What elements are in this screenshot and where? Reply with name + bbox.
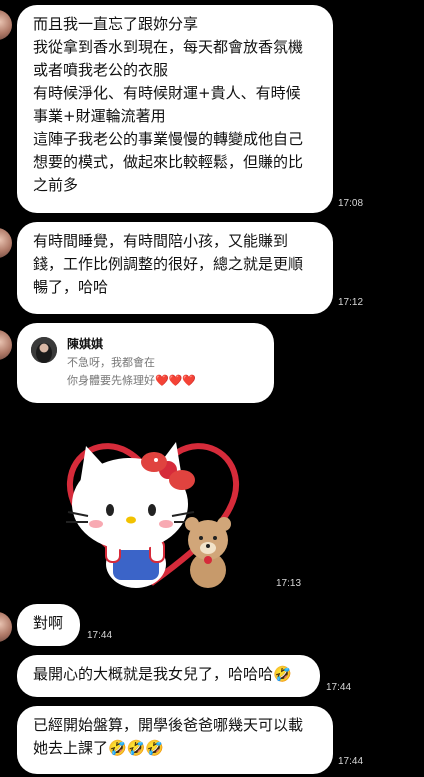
reply-card-avatar <box>31 337 57 363</box>
message-timestamp: 17:44 <box>338 756 364 767</box>
hello-kitty-sticker-icon <box>66 442 240 588</box>
message-bubble[interactable]: 對啊 <box>17 604 80 646</box>
message-text: 或者噴我老公的衣服 <box>33 61 169 79</box>
message-text: 而且我一直忘了跟妳分享 <box>33 15 199 33</box>
contact-avatar[interactable] <box>0 10 12 40</box>
message-text: 有時間睡覺，有時間陪小孩，又能賺到 <box>33 232 289 250</box>
message-text: 她去上課了🤣🤣🤣 <box>33 739 165 757</box>
message-text: 我從拿到香水到現在，每天都會放香氛機 <box>33 38 304 56</box>
message-text: 這陣子我老公的事業慢慢的轉變成他自己 <box>33 130 304 148</box>
message-text: 有時候淨化、有時候財運+貴人、有時候 <box>33 84 301 102</box>
message-text: 暢了，哈哈 <box>33 278 109 296</box>
message-timestamp: 17:13 <box>276 578 302 589</box>
contact-avatar[interactable] <box>0 330 12 360</box>
message-text: 已經開始盤算，開學後爸爸哪幾天可以載 <box>33 716 304 734</box>
message-text: 最開心的大概就是我女兒了，哈哈哈🤣 <box>33 665 292 683</box>
reply-card-name: 陳娸娸 <box>67 337 104 351</box>
message-timestamp: 17:08 <box>338 198 364 209</box>
message-bubble[interactable]: 而且我一直忘了跟妳分享 我從拿到香水到現在，每天都會放香氛機 或者噴我老公的衣服… <box>17 5 333 213</box>
message-timestamp: 17:44 <box>326 682 352 693</box>
message-text: 之前多 <box>33 176 79 194</box>
message-timestamp: 17:44 <box>87 630 113 641</box>
reply-card-line: 不急呀，我都會在 <box>67 356 155 369</box>
message-text: 想要的模式，做起來比較輕鬆，但賺的比 <box>33 153 304 171</box>
message-bubble[interactable]: 最開心的大概就是我女兒了，哈哈哈🤣 <box>17 655 320 697</box>
sticker-image[interactable] <box>58 432 248 592</box>
message-text: 對啊 <box>33 614 64 632</box>
reply-card[interactable]: 陳娸娸 不急呀，我都會在 你身體要先條理好❤️❤️❤️ <box>17 323 274 403</box>
message-timestamp: 17:12 <box>338 297 364 308</box>
contact-avatar[interactable] <box>0 612 12 642</box>
message-bubble[interactable]: 已經開始盤算，開學後爸爸哪幾天可以載 她去上課了🤣🤣🤣 <box>17 706 333 774</box>
contact-avatar[interactable] <box>0 228 12 258</box>
reply-card-line: 你身體要先條理好❤️❤️❤️ <box>67 374 197 387</box>
message-bubble[interactable]: 有時間睡覺，有時間陪小孩，又能賺到 錢，工作比例調整的很好，總之就是更順 暢了，… <box>17 222 333 314</box>
message-text: 事業+財運輪流著用 <box>33 107 166 125</box>
reply-card-message: 不急呀，我都會在 你身體要先條理好❤️❤️❤️ <box>67 354 196 390</box>
person-avatar-icon <box>31 337 57 363</box>
message-text: 錢，工作比例調整的很好，總之就是更順 <box>33 255 304 273</box>
